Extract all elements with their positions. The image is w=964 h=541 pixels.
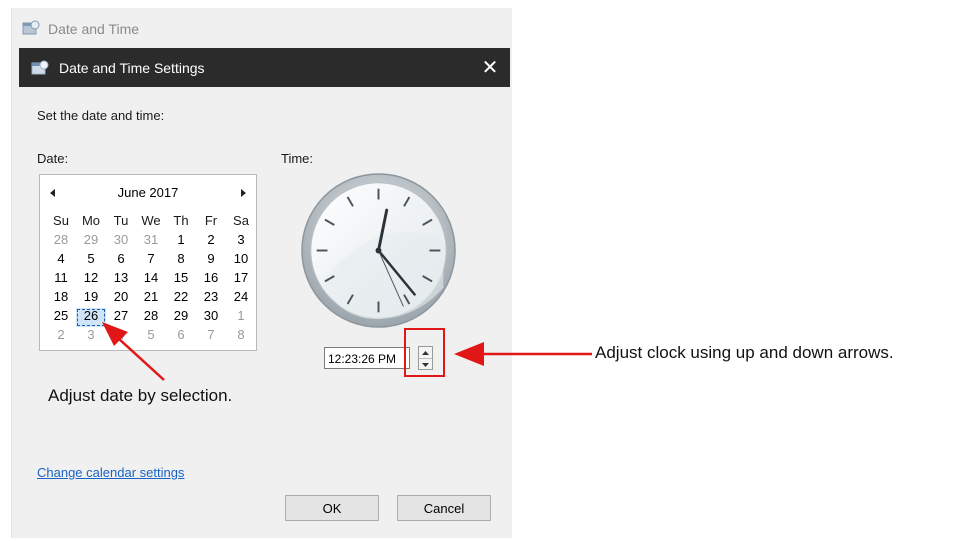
calendar-day[interactable]: 17 [226,270,256,289]
time-input[interactable]: 12:23:26 PM [324,347,410,369]
calendar-day[interactable]: 28 [46,232,76,251]
calendar-day[interactable]: 13 [106,270,136,289]
calendar-day[interactable]: 20 [106,289,136,308]
caret-right-icon [241,189,246,197]
calendar-day[interactable]: 28 [136,308,166,327]
date-time-icon [31,60,49,76]
date-annotation: Adjust date by selection. [48,386,233,405]
calendar-day[interactable]: 15 [166,270,196,289]
calendar-day[interactable]: 5 [136,327,166,346]
calendar-day[interactable]: 3 [226,232,256,251]
calendar-day[interactable]: 2 [46,327,76,346]
calendar-day[interactable]: 4 [106,327,136,346]
calendar-day[interactable]: 1 [166,232,196,251]
calendar-day[interactable]: 30 [106,232,136,251]
calendar-day[interactable]: 29 [76,232,106,251]
spinner-highlight-box [404,328,445,377]
dialog-titlebar: Date and Time Settings ✕ [19,48,510,87]
clock-center-pin [375,247,382,254]
background-window-title-text: Date and Time [48,21,140,37]
instruction-label: Set the date and time: [37,108,165,123]
calendar-day[interactable]: 5 [76,251,106,270]
weekday-header: Su [53,213,69,228]
weekday-header: We [141,213,161,228]
next-month-button[interactable] [234,183,252,203]
calendar-day[interactable]: 27 [106,308,136,327]
change-calendar-settings-link[interactable]: Change calendar settings [37,465,184,480]
weekday-header: Mo [81,213,101,228]
calendar-day[interactable]: 6 [106,251,136,270]
date-time-icon [22,20,40,39]
calendar-day[interactable]: 1 [226,308,256,327]
calendar-day[interactable]: 14 [136,270,166,289]
calendar-day[interactable]: 2 [196,232,226,251]
weekday-header: Sa [233,213,249,228]
calendar-day[interactable]: 11 [46,270,76,289]
weekday-header: Th [173,213,189,228]
ok-button[interactable]: OK [285,495,379,521]
cancel-button[interactable]: Cancel [397,495,491,521]
date-time-settings-dialog: Date and Time Settings ✕ Set the date an… [19,48,510,538]
calendar-day[interactable]: 23 [196,289,226,308]
calendar-day[interactable]: 12 [76,270,106,289]
weekday-header: Tu [113,213,129,228]
calendar-header: June 2017 [40,183,256,203]
weekday-header: Fr [204,213,218,228]
calendar-day[interactable]: 8 [166,251,196,270]
calendar-day[interactable]: 10 [226,251,256,270]
calendar-day[interactable]: 24 [226,289,256,308]
calendar-day[interactable]: 7 [196,327,226,346]
analog-clock [301,173,456,328]
calendar-day[interactable]: 7 [136,251,166,270]
calendar-day[interactable]: 9 [196,251,226,270]
calendar-grid: Su Mo Tu We Th Fr Sa 28 29 30 31 1 2 3 4 5 6 7 8 9 10 11 12 13 1… [46,213,256,346]
calendar-day[interactable]: 22 [166,289,196,308]
close-icon: ✕ [481,57,499,79]
calendar-day[interactable]: 18 [46,289,76,308]
calendar-day[interactable]: 19 [76,289,106,308]
time-label: Time: [281,151,314,166]
calendar-day[interactable]: 29 [166,308,196,327]
calendar-day[interactable]: 25 [46,308,76,327]
clock-annotation: Adjust clock using up and down arrows. [595,343,894,362]
background-window-title: Date and Time [22,18,139,40]
calendar: June 2017 Su Mo Tu We Th Fr Sa 28 29 30 31 1 2 3 4 5 6 7 8… [39,174,257,351]
date-label: Date: [37,151,69,166]
close-button[interactable]: ✕ [470,48,510,87]
month-label[interactable]: June 2017 [40,183,256,203]
calendar-day[interactable]: 3 [76,327,106,346]
calendar-day[interactable]: 8 [226,327,256,346]
calendar-day[interactable]: 21 [136,289,166,308]
dialog-title: Date and Time Settings [59,59,205,76]
calendar-day[interactable]: 31 [136,232,166,251]
calendar-day[interactable]: 6 [166,327,196,346]
calendar-day[interactable]: 30 [196,308,226,327]
calendar-day[interactable]: 4 [46,251,76,270]
calendar-day[interactable]: 16 [196,270,226,289]
calendar-day-selected[interactable]: 26 [76,308,106,327]
